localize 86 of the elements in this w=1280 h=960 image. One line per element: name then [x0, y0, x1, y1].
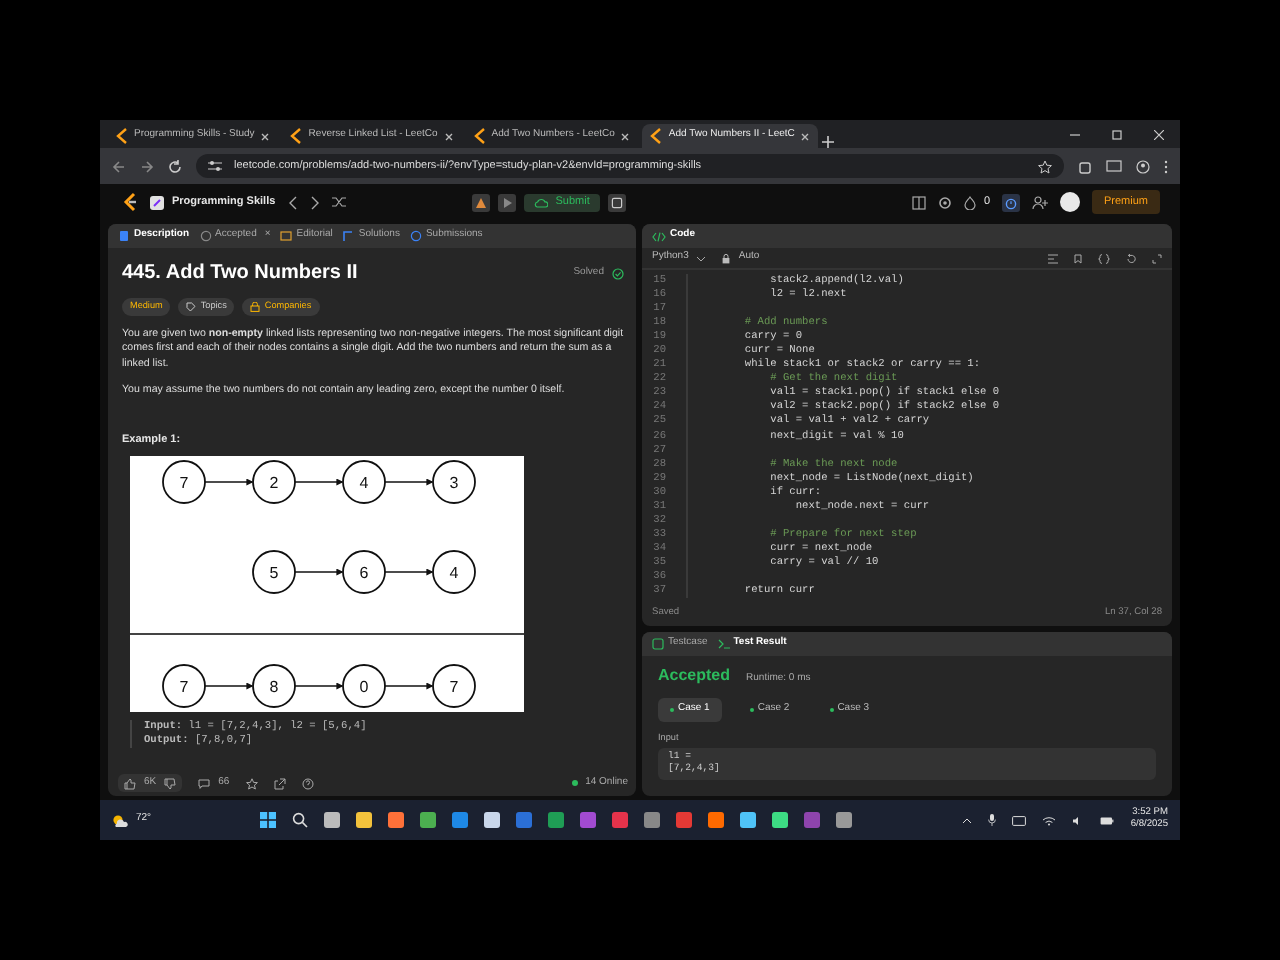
- submissions-icon: [409, 230, 422, 242]
- list-node: 8: [252, 664, 296, 709]
- list-node: 7: [432, 664, 476, 709]
- verdict: Accepted: [658, 664, 731, 688]
- leetcode-logo-icon[interactable]: [120, 192, 138, 212]
- dot-icon: [829, 707, 834, 712]
- online-dot-icon: [571, 780, 578, 786]
- microphone-icon[interactable]: [988, 814, 997, 826]
- previous-icon[interactable]: [287, 195, 298, 209]
- study-plan-icon: [150, 195, 164, 209]
- maximize-icon[interactable]: [1112, 129, 1122, 139]
- list-node: 2: [252, 460, 296, 505]
- bookmark-icon[interactable]: [1074, 253, 1082, 263]
- close-icon[interactable]: [260, 131, 271, 141]
- leetcode-logo-icon: [116, 128, 128, 144]
- debug-icon[interactable]: [471, 193, 490, 211]
- arrow: [384, 478, 434, 486]
- description-icon: [118, 230, 130, 242]
- chevron-up-icon[interactable]: [962, 817, 973, 823]
- lock-icon: [250, 301, 261, 312]
- check-circle-icon: [612, 267, 624, 279]
- leetcode-logo-icon: [473, 128, 486, 144]
- format-icon[interactable]: [1048, 253, 1058, 263]
- weather-icon[interactable]: [112, 813, 128, 827]
- run-icon[interactable]: [497, 193, 516, 211]
- accepted-icon: [199, 230, 212, 242]
- keyboard-icon[interactable]: [1012, 815, 1027, 825]
- star-icon[interactable]: [245, 777, 258, 789]
- tag-icon: [186, 301, 197, 312]
- next-icon[interactable]: [309, 195, 320, 209]
- arrow: [294, 682, 344, 690]
- dot-icon: [749, 707, 754, 712]
- arrow: [294, 478, 344, 486]
- thumbs-up-icon: [124, 777, 136, 789]
- list-node: 0: [342, 664, 386, 709]
- comment-icon: [198, 777, 211, 789]
- help-icon[interactable]: [301, 777, 314, 789]
- close-icon[interactable]: [620, 131, 631, 141]
- list-node: 7: [162, 664, 206, 709]
- chevron-down-icon: [696, 255, 707, 261]
- leetcode-logo-icon: [650, 128, 663, 144]
- site-settings-icon[interactable]: [208, 160, 222, 172]
- profile-icon[interactable]: [1136, 159, 1150, 173]
- start-icon[interactable]: [260, 812, 277, 828]
- list-node: 4: [342, 460, 386, 505]
- minimize-icon[interactable]: [1070, 129, 1080, 139]
- arrow: [384, 568, 434, 576]
- lock-icon: [722, 253, 731, 263]
- back-icon[interactable]: [112, 159, 126, 173]
- search-icon[interactable]: [292, 812, 309, 828]
- add-user-icon[interactable]: [1032, 195, 1048, 209]
- solutions-icon: [342, 230, 355, 242]
- wifi-icon[interactable]: [1042, 815, 1057, 825]
- close-icon[interactable]: [800, 131, 811, 141]
- reload-icon[interactable]: [168, 159, 182, 173]
- leetcode-logo-icon: [290, 128, 303, 144]
- close-icon[interactable]: [443, 131, 454, 141]
- list-node: 6: [342, 550, 386, 595]
- timer-icon[interactable]: [1002, 193, 1020, 211]
- checkbox-icon: [652, 638, 664, 650]
- forward-icon[interactable]: [140, 159, 154, 173]
- cloud-upload-icon: [533, 197, 548, 207]
- arrow: [204, 478, 254, 486]
- shuffle-icon[interactable]: [331, 196, 346, 208]
- code-icon: [652, 231, 666, 241]
- list-node: 3: [432, 460, 476, 505]
- thumbs-down-icon[interactable]: [164, 777, 177, 789]
- share-icon[interactable]: [273, 777, 286, 789]
- layout-icon[interactable]: [911, 195, 926, 209]
- reset-icon[interactable]: [1126, 253, 1136, 263]
- expand-icon[interactable]: [1152, 253, 1162, 263]
- problem-title: 445. Add Two Numbers II: [122, 260, 358, 288]
- arrow: [294, 568, 344, 576]
- battery-icon[interactable]: [1100, 815, 1115, 825]
- close-icon[interactable]: [1154, 129, 1164, 139]
- list-node: 4: [432, 550, 476, 595]
- editorial-icon: [280, 230, 293, 242]
- terminal-icon: [717, 638, 730, 650]
- star-icon[interactable]: [1038, 159, 1052, 173]
- arrow: [384, 682, 434, 690]
- new-tab-icon[interactable]: [822, 136, 835, 148]
- arrow: [204, 682, 254, 690]
- avatar-icon[interactable]: [1060, 192, 1080, 212]
- braces-icon[interactable]: [1098, 253, 1110, 263]
- list-node: 7: [162, 460, 206, 505]
- list-node: 5: [252, 550, 296, 595]
